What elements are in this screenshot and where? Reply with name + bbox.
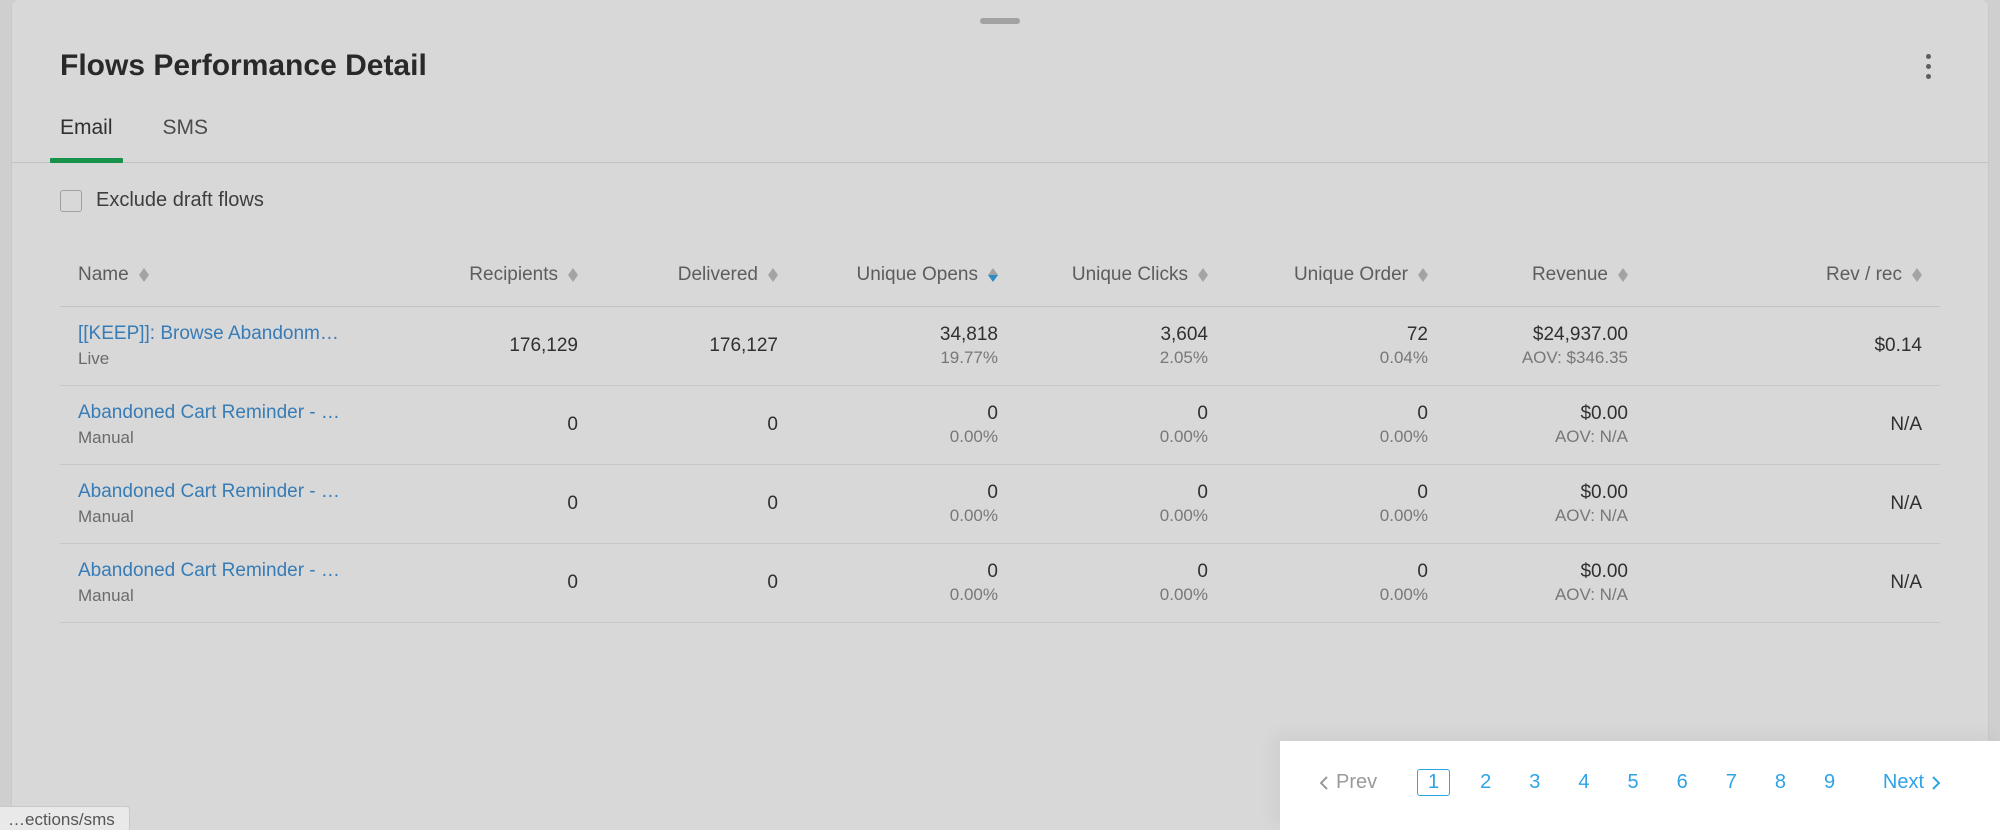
cell-delivered: 0 — [578, 414, 778, 436]
sort-icon — [1618, 268, 1628, 282]
sort-icon — [768, 268, 778, 282]
col-unique-order[interactable]: Unique Order — [1208, 264, 1428, 286]
pagination-page-3[interactable]: 3 — [1521, 769, 1548, 796]
drag-handle[interactable] — [980, 18, 1020, 24]
pagination: Prev 123456789 Next — [1280, 741, 2000, 830]
flow-status: Manual — [78, 586, 408, 606]
sort-icon — [1912, 268, 1922, 282]
cell-delivered: 176,127 — [578, 335, 778, 357]
more-menu-button[interactable] — [1916, 46, 1940, 86]
pagination-page-6[interactable]: 6 — [1669, 769, 1696, 796]
cell-recipients: 0 — [408, 493, 578, 515]
cell-revenue: $0.00AOV: N/A — [1428, 403, 1628, 447]
cell-unique-order: 00.00% — [1208, 482, 1428, 526]
table-row: [[KEEP]]: Browse Abandonm… Live 176,129 … — [60, 307, 1940, 386]
panel: Flows Performance Detail Email SMS Exclu… — [12, 0, 1988, 830]
sort-icon — [1198, 268, 1208, 282]
cell-unique-order: 720.04% — [1208, 324, 1428, 368]
table-row: Abandoned Cart Reminder - … Manual 0 0 0… — [60, 544, 1940, 623]
sort-icon-active — [988, 268, 998, 282]
cell-unique-clicks: 00.00% — [998, 561, 1208, 605]
pagination-page-8[interactable]: 8 — [1767, 769, 1794, 796]
pagination-page-5[interactable]: 5 — [1619, 769, 1646, 796]
col-recipients-label: Recipients — [469, 264, 558, 286]
exclude-draft-checkbox[interactable] — [60, 190, 82, 212]
pagination-numbers: 123456789 — [1417, 769, 1843, 796]
pagination-prev[interactable]: Prev — [1320, 771, 1377, 794]
exclude-draft-label: Exclude draft flows — [96, 189, 264, 212]
col-rev-per-rec-label: Rev / rec — [1826, 264, 1902, 286]
sort-icon — [139, 268, 149, 282]
col-unique-clicks[interactable]: Unique Clicks — [998, 264, 1208, 286]
tabs: Email SMS — [12, 86, 1988, 163]
flow-name-link[interactable]: Abandoned Cart Reminder - … — [78, 481, 378, 503]
flow-status: Manual — [78, 428, 408, 448]
cell-rev-per-rec: $0.14 — [1628, 335, 1922, 357]
cell-unique-order: 00.00% — [1208, 561, 1428, 605]
col-unique-opens[interactable]: Unique Opens — [778, 264, 998, 286]
col-name[interactable]: Name — [78, 264, 408, 286]
pagination-next[interactable]: Next — [1883, 771, 1940, 794]
col-unique-clicks-label: Unique Clicks — [1072, 264, 1188, 286]
cell-revenue: $0.00AOV: N/A — [1428, 482, 1628, 526]
cell-revenue: $0.00AOV: N/A — [1428, 561, 1628, 605]
table-row: Abandoned Cart Reminder - … Manual 0 0 0… — [60, 386, 1940, 465]
col-unique-opens-label: Unique Opens — [857, 264, 978, 286]
page-title: Flows Performance Detail — [60, 49, 427, 83]
cell-unique-opens: 00.00% — [778, 482, 998, 526]
table-header: Name Recipients Delivered — [60, 252, 1940, 307]
cell-delivered: 0 — [578, 572, 778, 594]
cell-rev-per-rec: N/A — [1628, 572, 1922, 594]
cell-unique-clicks: 00.00% — [998, 403, 1208, 447]
cell-delivered: 0 — [578, 493, 778, 515]
col-unique-order-label: Unique Order — [1294, 264, 1408, 286]
cell-unique-opens: 34,81819.77% — [778, 324, 998, 368]
cell-unique-clicks: 3,6042.05% — [998, 324, 1208, 368]
cell-rev-per-rec: N/A — [1628, 493, 1922, 515]
col-revenue-label: Revenue — [1532, 264, 1608, 286]
flow-status: Manual — [78, 507, 408, 527]
pagination-page-7[interactable]: 7 — [1718, 769, 1745, 796]
browser-status-bar: …ections/sms — [0, 806, 130, 830]
col-revenue[interactable]: Revenue — [1428, 264, 1628, 286]
cell-unique-order: 00.00% — [1208, 403, 1428, 447]
sort-icon — [568, 268, 578, 282]
tab-sms[interactable]: SMS — [163, 116, 209, 162]
flow-name-link[interactable]: Abandoned Cart Reminder - … — [78, 402, 378, 424]
cell-unique-opens: 00.00% — [778, 561, 998, 605]
flow-name-link[interactable]: [[KEEP]]: Browse Abandonm… — [78, 323, 378, 345]
pagination-prev-label: Prev — [1336, 771, 1377, 794]
cell-recipients: 0 — [408, 414, 578, 436]
pagination-page-2[interactable]: 2 — [1472, 769, 1499, 796]
flow-name-link[interactable]: Abandoned Cart Reminder - … — [78, 560, 378, 582]
flows-table: Name Recipients Delivered — [60, 252, 1940, 623]
col-delivered[interactable]: Delivered — [578, 264, 778, 286]
chevron-right-icon — [1932, 776, 1940, 790]
col-delivered-label: Delivered — [678, 264, 758, 286]
cell-unique-clicks: 00.00% — [998, 482, 1208, 526]
cell-revenue: $24,937.00AOV: $346.35 — [1428, 324, 1628, 368]
sort-icon — [1418, 268, 1428, 282]
col-recipients[interactable]: Recipients — [408, 264, 578, 286]
chevron-left-icon — [1320, 776, 1328, 790]
flow-status: Live — [78, 349, 408, 369]
kebab-dot-icon — [1926, 64, 1931, 69]
pagination-page-4[interactable]: 4 — [1570, 769, 1597, 796]
pagination-page-9[interactable]: 9 — [1816, 769, 1843, 796]
table-row: Abandoned Cart Reminder - … Manual 0 0 0… — [60, 465, 1940, 544]
col-rev-per-rec[interactable]: Rev / rec — [1628, 264, 1922, 286]
cell-unique-opens: 00.00% — [778, 403, 998, 447]
kebab-dot-icon — [1926, 54, 1931, 59]
tab-email[interactable]: Email — [60, 116, 113, 162]
kebab-dot-icon — [1926, 74, 1931, 79]
pagination-next-label: Next — [1883, 771, 1924, 794]
cell-rev-per-rec: N/A — [1628, 414, 1922, 436]
col-name-label: Name — [78, 264, 129, 286]
cell-recipients: 176,129 — [408, 335, 578, 357]
cell-recipients: 0 — [408, 572, 578, 594]
pagination-page-1[interactable]: 1 — [1417, 769, 1450, 796]
